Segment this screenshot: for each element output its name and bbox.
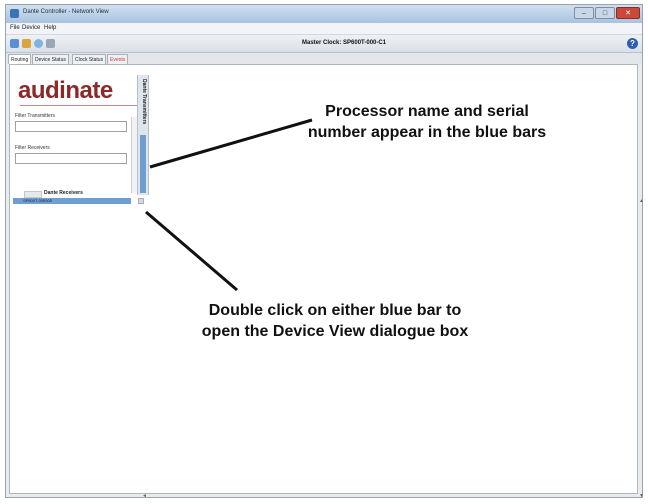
- receiver-device-bar[interactable]: SP600T-000000: [13, 198, 131, 204]
- menu-device[interactable]: Device: [22, 25, 40, 31]
- refresh-icon[interactable]: [10, 39, 19, 48]
- minimize-button[interactable]: –: [574, 7, 594, 19]
- logo-underline: [20, 105, 138, 106]
- filter-transmitters-label: Filter Transmitters: [15, 113, 56, 119]
- app-icon: [10, 9, 19, 18]
- menu-help[interactable]: Help: [44, 25, 56, 31]
- title-bar: Dante Controller - Network View – □ ✕: [6, 5, 642, 23]
- horizontal-scroll-icon[interactable]: ◄: [142, 493, 147, 499]
- transmitters-header: Dante Transmitters: [141, 79, 147, 125]
- settings-icon[interactable]: [46, 39, 55, 48]
- tab-device-status[interactable]: Device Status: [32, 54, 69, 64]
- toolbar: Master Clock: SP600T-000-C1 ?: [6, 35, 642, 53]
- routing-cell[interactable]: [138, 198, 144, 204]
- transmitters-column: Dante Transmitters: [137, 75, 149, 195]
- network-icon[interactable]: [34, 39, 43, 48]
- tab-clock-status[interactable]: Clock Status: [72, 54, 107, 64]
- tab-events[interactable]: Events: [107, 54, 129, 64]
- audinate-logo: audinate: [18, 77, 113, 104]
- window-title: Dante Controller - Network View: [23, 9, 109, 15]
- tab-routing[interactable]: Routing: [8, 54, 32, 64]
- receivers-expand-toggle[interactable]: [24, 191, 42, 198]
- receiver-device-label: SP600T-000000: [23, 198, 52, 203]
- transmitter-device-bar[interactable]: [140, 135, 146, 193]
- filter-transmitters-input[interactable]: [15, 121, 127, 132]
- receivers-header: Dante Receivers: [44, 190, 83, 196]
- filter-receivers-label: Filter Receivers: [15, 145, 50, 151]
- filter-receivers-input[interactable]: [15, 153, 127, 164]
- help-icon[interactable]: ?: [627, 38, 638, 49]
- processor-annotation: Processor name and serial number appear …: [307, 103, 547, 141]
- scroll-down-icon[interactable]: ▼: [639, 493, 644, 499]
- menu-file[interactable]: File: [10, 25, 20, 31]
- double-click-annotation: Double click on either blue bar to open …: [201, 302, 469, 340]
- menu-bar: File Device Help: [6, 23, 642, 35]
- close-button[interactable]: ✕: [616, 7, 640, 19]
- filter-icon[interactable]: [22, 39, 31, 48]
- maximize-button[interactable]: □: [595, 7, 615, 19]
- scroll-up-icon[interactable]: ▲: [639, 198, 644, 204]
- master-clock-status: Master Clock: SP600T-000-C1: [302, 40, 387, 46]
- app-window: Dante Controller - Network View – □ ✕ Fi…: [5, 4, 644, 499]
- tab-strip: Routing Device Status Clock Status Event…: [6, 53, 642, 64]
